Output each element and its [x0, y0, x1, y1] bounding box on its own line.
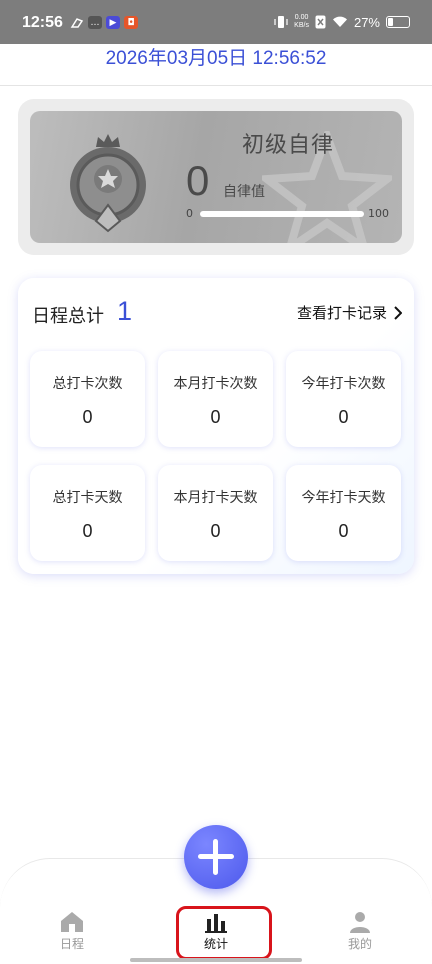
self-discipline-score: 0: [186, 157, 210, 204]
current-datetime: 2026年03月05日 12:56:52: [0, 44, 432, 86]
chevron-right-icon: [394, 305, 402, 320]
shop-notification-icon: ◘: [124, 16, 138, 29]
level-badge-icon: [70, 134, 146, 233]
progress-max-label: 100: [368, 207, 389, 220]
status-time: 12:56: [22, 14, 63, 31]
level-title: 初级自律: [242, 133, 335, 158]
progress-min-label: 0: [186, 207, 193, 220]
battery-icon: [386, 16, 410, 28]
stat-year-checkins: 今年打卡次数 0: [286, 351, 401, 447]
net-speed: 0.00 KB/s: [294, 14, 309, 29]
tab-mine-label: 我的: [347, 937, 372, 951]
score-progress-bar: [200, 211, 364, 217]
tab-mine[interactable]: 我的: [320, 911, 400, 952]
schedule-count: 1: [117, 296, 133, 326]
app-notification-icon: …: [88, 16, 102, 29]
level-card[interactable]: 初级自律 0 自律值 0 100: [18, 99, 414, 255]
level-card-inner: 初级自律 0 自律值 0 100: [30, 111, 402, 243]
app-notification-icon: [70, 16, 84, 29]
wifi-icon: [332, 16, 347, 27]
sim-off-icon: [315, 15, 326, 29]
schedule-summary-card: 日程总计 1 查看打卡记录 总打卡次数 0 本月打卡次数 0 今年打卡次数 0 …: [18, 278, 414, 574]
stat-total-checkins: 总打卡次数 0: [30, 351, 145, 447]
stat-total-days: 总打卡天数 0: [30, 465, 145, 561]
home-indicator[interactable]: [130, 958, 302, 962]
stat-year-days: 今年打卡天数 0: [286, 465, 401, 561]
vibrate-icon: [274, 16, 288, 28]
tab-schedule-label: 日程: [59, 937, 84, 951]
active-tab-highlight: [176, 906, 272, 960]
view-records-label: 查看打卡记录: [296, 304, 387, 322]
add-schedule-button[interactable]: [184, 825, 248, 889]
stat-month-checkins: 本月打卡次数 0: [158, 351, 273, 447]
battery-percent: 27%: [353, 14, 380, 30]
play-notification-icon: ▶: [106, 16, 120, 29]
home-icon: [61, 912, 83, 932]
summary-title: 日程总计: [32, 306, 104, 327]
score-label: 自律值: [223, 184, 265, 200]
person-icon: [350, 912, 370, 933]
stat-month-days: 本月打卡天数 0: [158, 465, 273, 561]
status-bar: 12:56 … ▶ ◘ 0.00 KB/s 27%: [0, 0, 432, 44]
tab-schedule[interactable]: 日程: [32, 911, 112, 952]
view-checkin-records-link[interactable]: 查看打卡记录: [297, 302, 402, 323]
